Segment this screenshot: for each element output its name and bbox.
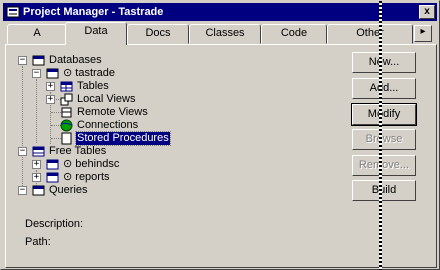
remote-view-icon: [61, 107, 72, 118]
tab-code[interactable]: Code: [261, 24, 327, 44]
tab-docs[interactable]: Docs: [127, 24, 189, 44]
tab-other[interactable]: Other: [327, 24, 413, 44]
collapse-icon[interactable]: −: [18, 147, 27, 156]
new-button[interactable]: New...: [352, 52, 416, 73]
window-title: Project Manager - Tastrade: [23, 6, 164, 18]
connections-label: Connections: [77, 119, 139, 131]
tab-classes[interactable]: Classes: [189, 24, 261, 44]
modify-button[interactable]: Modify: [351, 103, 417, 126]
table-icon: [46, 172, 59, 183]
local-views-label: Local Views: [77, 93, 136, 105]
expand-icon[interactable]: +: [32, 160, 41, 169]
connection-globe-icon: [60, 119, 73, 132]
tab-scroll-button[interactable]: ▸: [414, 25, 432, 42]
expand-icon[interactable]: +: [32, 173, 41, 182]
free-tables-icon: [32, 146, 45, 157]
stored-procedure-icon: [61, 132, 72, 145]
tab-data[interactable]: Data: [65, 22, 127, 45]
table-icon: [46, 159, 59, 170]
tab-all[interactable]: A: [7, 24, 67, 44]
behindsc-label: ⊙ behindsc: [63, 158, 120, 170]
build-button[interactable]: Build: [352, 180, 416, 201]
databases-icon: [32, 55, 45, 66]
title-bar[interactable]: Project Manager - Tastrade x: [3, 3, 437, 21]
remove-button[interactable]: Remove...: [352, 155, 416, 176]
add-button[interactable]: Add...: [352, 78, 416, 99]
databases-label: Databases: [49, 54, 102, 66]
project-icon: [6, 6, 20, 18]
reports-label: ⊙ reports: [63, 171, 110, 183]
close-button[interactable]: x: [419, 5, 435, 19]
browse-button[interactable]: Browse: [352, 129, 416, 150]
torn-edge-divider: [379, 1, 382, 270]
tastrade-label: ⊙ tastrade: [63, 67, 116, 79]
queries-icon: [32, 185, 45, 196]
collapse-icon[interactable]: −: [18, 56, 27, 65]
queries-label: Queries: [49, 184, 88, 196]
remote-views-label: Remote Views: [77, 106, 148, 118]
stored-procedures-label: Stored Procedures: [75, 131, 171, 146]
description-label: Description:: [25, 218, 84, 230]
path-label: Path:: [25, 236, 51, 248]
collapse-icon[interactable]: −: [18, 186, 27, 195]
expand-icon[interactable]: +: [46, 95, 55, 104]
tables-label: Tables: [77, 80, 109, 92]
collapse-icon[interactable]: −: [32, 69, 41, 78]
local-view-icon: [60, 93, 73, 106]
project-manager-window: Project Manager - Tastrade x A Data Docs…: [0, 0, 440, 270]
free-tables-label: Free Tables: [49, 145, 107, 157]
tab-strip: A Data Docs Classes Code Other ▸: [3, 22, 437, 45]
table-icon: [60, 81, 73, 92]
expand-icon[interactable]: +: [46, 82, 55, 91]
database-icon: [46, 68, 59, 79]
